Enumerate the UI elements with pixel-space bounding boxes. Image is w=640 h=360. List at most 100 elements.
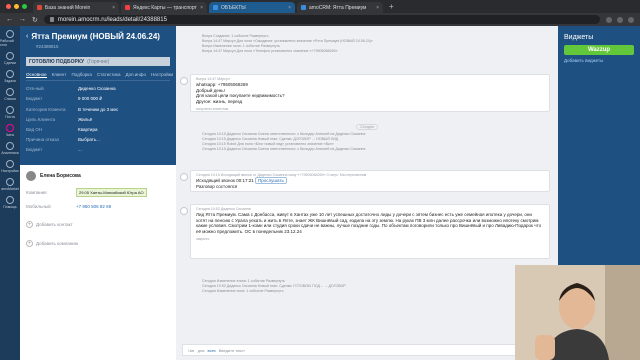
nav-item-label: Аналитика bbox=[1, 151, 19, 155]
compose-for-label: для bbox=[197, 347, 205, 353]
field-row[interactable]: Категория Клиента В течении до 3 мес bbox=[26, 107, 170, 112]
forward-arrow-icon[interactable]: → bbox=[19, 16, 26, 23]
lead-tab[interactable]: Доп.инфо bbox=[126, 72, 147, 78]
maximize-window-button[interactable] bbox=[22, 4, 27, 9]
extension-icon[interactable] bbox=[617, 16, 623, 23]
contact-name[interactable]: Елена Борисова bbox=[40, 173, 81, 179]
plus-icon: + bbox=[26, 240, 33, 247]
lead-tab[interactable]: Клиент bbox=[52, 72, 67, 78]
close-tab-icon[interactable]: × bbox=[376, 5, 379, 11]
lead-tab[interactable]: Подборка bbox=[71, 72, 91, 78]
field-value[interactable]: Диденко Сюзанна bbox=[78, 86, 116, 91]
chat-compose-bar[interactable]: Чат для всех Введите текст bbox=[182, 344, 552, 356]
pipeline-stage[interactable]: ГОТОВЛЮ ПОДБОРКУ (Горячие) bbox=[26, 57, 170, 66]
address-bar[interactable]: morein.amocrm.ru/leads/detail/24388815 bbox=[43, 15, 600, 24]
lead-title[interactable]: Ятта Премиум (НОВЫЙ 24.06.24) bbox=[31, 32, 160, 41]
nav-item[interactable]: Настройки bbox=[0, 160, 20, 173]
browser-tab[interactable]: amoCRM: Ятта Премиум × bbox=[297, 2, 383, 13]
nav-item[interactable]: Списки bbox=[0, 88, 20, 101]
reload-icon[interactable]: ↻ bbox=[32, 16, 38, 24]
phone-link[interactable]: +7 950 506 82 69 bbox=[76, 204, 111, 209]
close-tab-icon[interactable]: × bbox=[200, 5, 203, 11]
lead-fields: Отв-ный Диденко Сюзанна Бюджет 9 000 000 ₽ К… bbox=[20, 81, 176, 162]
field-label: Бюджет bbox=[26, 96, 43, 101]
nav-item[interactable]: Рабочий стол bbox=[0, 30, 20, 47]
field-row[interactable]: Вид ОН Квартира bbox=[26, 127, 170, 132]
lead-tabs: Основное Клиент Подборка Статистика Доп.инфо… bbox=[26, 72, 173, 81]
minimize-window-button[interactable] bbox=[14, 4, 19, 9]
field-label: Вид ОН bbox=[26, 127, 43, 132]
listen-button[interactable]: Прослушать bbox=[255, 177, 287, 184]
whatsapp-icon bbox=[180, 77, 188, 85]
field-value[interactable]: 9 000 000 ₽ bbox=[78, 96, 102, 102]
message-card: Вчера 14:47 Мирсул whatsapp: +7950506826… bbox=[180, 74, 550, 112]
add-company-button[interactable]: + Добавить компанию bbox=[20, 240, 176, 247]
browser-tab-active[interactable]: ОБЪЕКТЫ × bbox=[209, 2, 295, 13]
field-row[interactable]: Бюджет 9 000 000 ₽ bbox=[26, 96, 170, 102]
compose-recipient[interactable]: всех bbox=[207, 348, 215, 353]
nav-item[interactable]: Задачи bbox=[0, 70, 20, 83]
field-label: Отв-ный bbox=[26, 86, 44, 91]
close-tab-icon[interactable]: × bbox=[288, 5, 291, 11]
note-collapse-link[interactable]: закрыть bbox=[191, 235, 549, 243]
call-card: Сегодня 10:15 Исходящий звонок от Диденк… bbox=[180, 170, 550, 192]
lead-tab[interactable]: Настройки bbox=[151, 72, 173, 78]
nav-item[interactable]: Чаты bbox=[0, 124, 20, 137]
compose-input[interactable]: Введите текст bbox=[219, 348, 245, 353]
help-icon bbox=[6, 196, 14, 204]
browser-tabbar: База знаний Morein × Яндекс Карты — транс… bbox=[0, 0, 640, 13]
compose-mode[interactable]: Чат bbox=[188, 348, 195, 353]
nav-item[interactable]: Почта bbox=[0, 106, 20, 119]
field-value[interactable]: ... bbox=[78, 147, 82, 152]
nav-item-label: Задачи bbox=[4, 79, 16, 83]
add-widgets-link[interactable]: Добавить виджеты bbox=[564, 58, 634, 63]
nav-item[interactable]: Сделки bbox=[0, 52, 20, 65]
market-icon bbox=[6, 178, 14, 186]
browser-tab[interactable]: База знаний Morein × bbox=[33, 2, 119, 13]
nav-item[interactable]: amoMarket bbox=[0, 178, 20, 191]
new-tab-button[interactable]: + bbox=[389, 2, 394, 11]
nav-item-label: Почта bbox=[5, 115, 15, 119]
screen: База знаний Morein × Яндекс Карты — транс… bbox=[0, 0, 640, 360]
nav-item[interactable]: Помощь bbox=[0, 196, 20, 209]
left-nav: Рабочий стол Сделки Задачи Списки Почта Чаты А… bbox=[0, 26, 20, 360]
field-value[interactable]: Квартира bbox=[78, 127, 97, 132]
add-contact-button[interactable]: + Добавить контакт bbox=[20, 221, 176, 228]
close-tab-icon[interactable]: × bbox=[112, 5, 115, 11]
field-row[interactable]: Причина отказа Выбрать... bbox=[26, 137, 170, 142]
date-separator: Сегодня bbox=[176, 123, 558, 130]
field-label: Причина отказа bbox=[26, 137, 59, 142]
lead-tab[interactable]: Статистика bbox=[97, 72, 121, 78]
lists-icon bbox=[6, 88, 14, 96]
message-status: получено клиентом bbox=[196, 107, 229, 111]
field-value[interactable]: Выбрать... bbox=[78, 137, 100, 142]
field-row[interactable]: Бюджет... bbox=[26, 147, 170, 152]
browser-toolbar: ← → ↻ morein.amocrm.ru/leads/detail/2438… bbox=[0, 13, 640, 26]
field-value[interactable]: Жильё bbox=[78, 117, 92, 122]
profile-icon[interactable] bbox=[628, 16, 634, 23]
back-arrow-icon[interactable]: ← bbox=[6, 16, 13, 23]
wazzup-widget[interactable]: Wazzup bbox=[564, 45, 634, 55]
window-controls bbox=[0, 4, 33, 9]
back-arrow-icon[interactable]: ‹ bbox=[26, 33, 28, 40]
lead-tab[interactable]: Основное bbox=[26, 72, 47, 78]
field-row[interactable]: Цель Клиента Жильё bbox=[26, 117, 170, 122]
contact-block: Елена Борисова Компания 29.05 Ханты-Манс… bbox=[20, 165, 176, 360]
nav-item[interactable]: Аналитика bbox=[0, 142, 20, 155]
url-text: morein.amocrm.ru/leads/detail/24388815 bbox=[57, 16, 167, 23]
nav-item-label: Сделки bbox=[4, 61, 16, 65]
tab-favicon-icon bbox=[213, 5, 218, 10]
settings-icon bbox=[6, 160, 14, 168]
tab-label: amoCRM: Ятта Премиум bbox=[309, 4, 367, 11]
lead-panel: ‹ Ятта Премиум (НОВЫЙ 24.06.24) #24388815… bbox=[20, 26, 176, 360]
widgets-title: Виджеты bbox=[564, 34, 594, 41]
tab-label: База знаний Morein bbox=[45, 4, 91, 11]
close-window-button[interactable] bbox=[6, 4, 11, 9]
extension-icon[interactable] bbox=[606, 16, 612, 23]
field-row[interactable]: Отв-ный Диденко Сюзанна bbox=[26, 86, 170, 91]
event-group: Сегодня Изменение этапа: 1 событие Разве… bbox=[176, 279, 558, 294]
browser-tab[interactable]: Яндекс Карты — транспорт × bbox=[121, 2, 207, 13]
webcam-overlay bbox=[515, 265, 640, 360]
company-badge[interactable]: 29.05 Ханты-Мансийский Югра АО bbox=[76, 188, 147, 197]
field-value[interactable]: В течении до 3 мес bbox=[78, 107, 118, 112]
